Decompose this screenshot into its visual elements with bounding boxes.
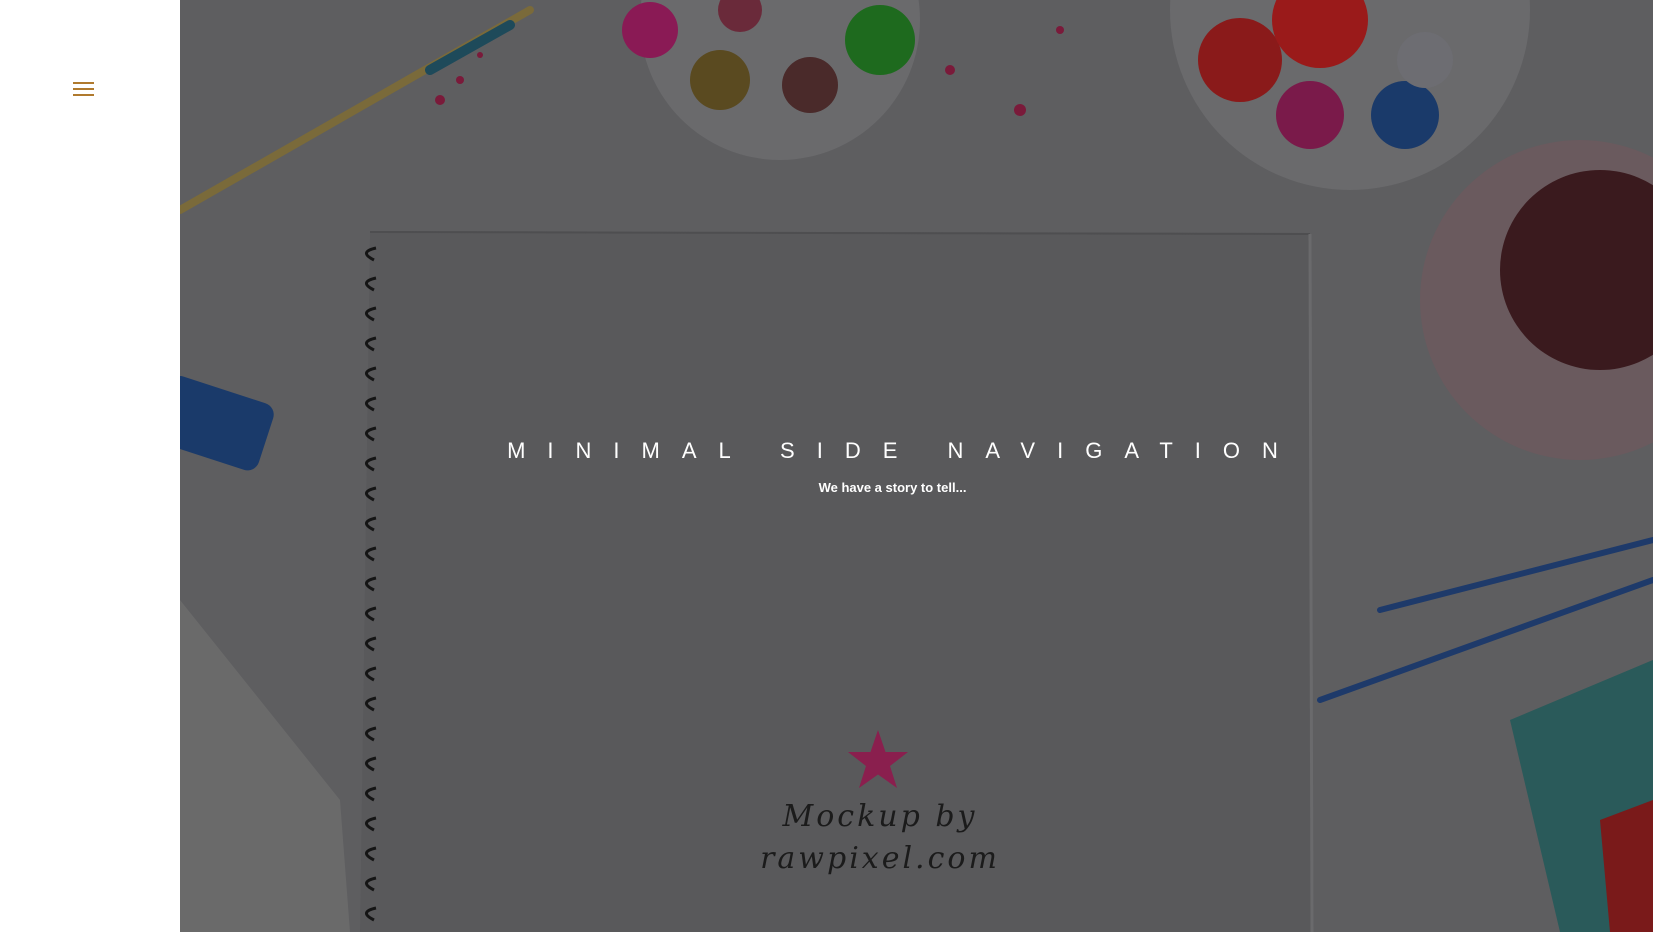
mockup-credit-line1: Mockup by xyxy=(782,799,978,834)
hamburger-menu-icon xyxy=(73,82,94,96)
hero-section: MINIMAL SIDE NAVIGATION We have a story … xyxy=(180,0,1653,932)
mockup-credit-line2: rawpixel.com xyxy=(760,841,1000,876)
hamburger-menu-button[interactable] xyxy=(70,78,98,100)
mockup-credit: Mockup by rawpixel.com xyxy=(740,796,1020,880)
side-navigation xyxy=(0,0,180,932)
star-icon xyxy=(848,730,908,788)
hero-background-image xyxy=(180,0,1653,932)
hero-title: MINIMAL SIDE NAVIGATION xyxy=(507,438,1300,463)
hero-subtitle: We have a story to tell... xyxy=(818,480,967,495)
